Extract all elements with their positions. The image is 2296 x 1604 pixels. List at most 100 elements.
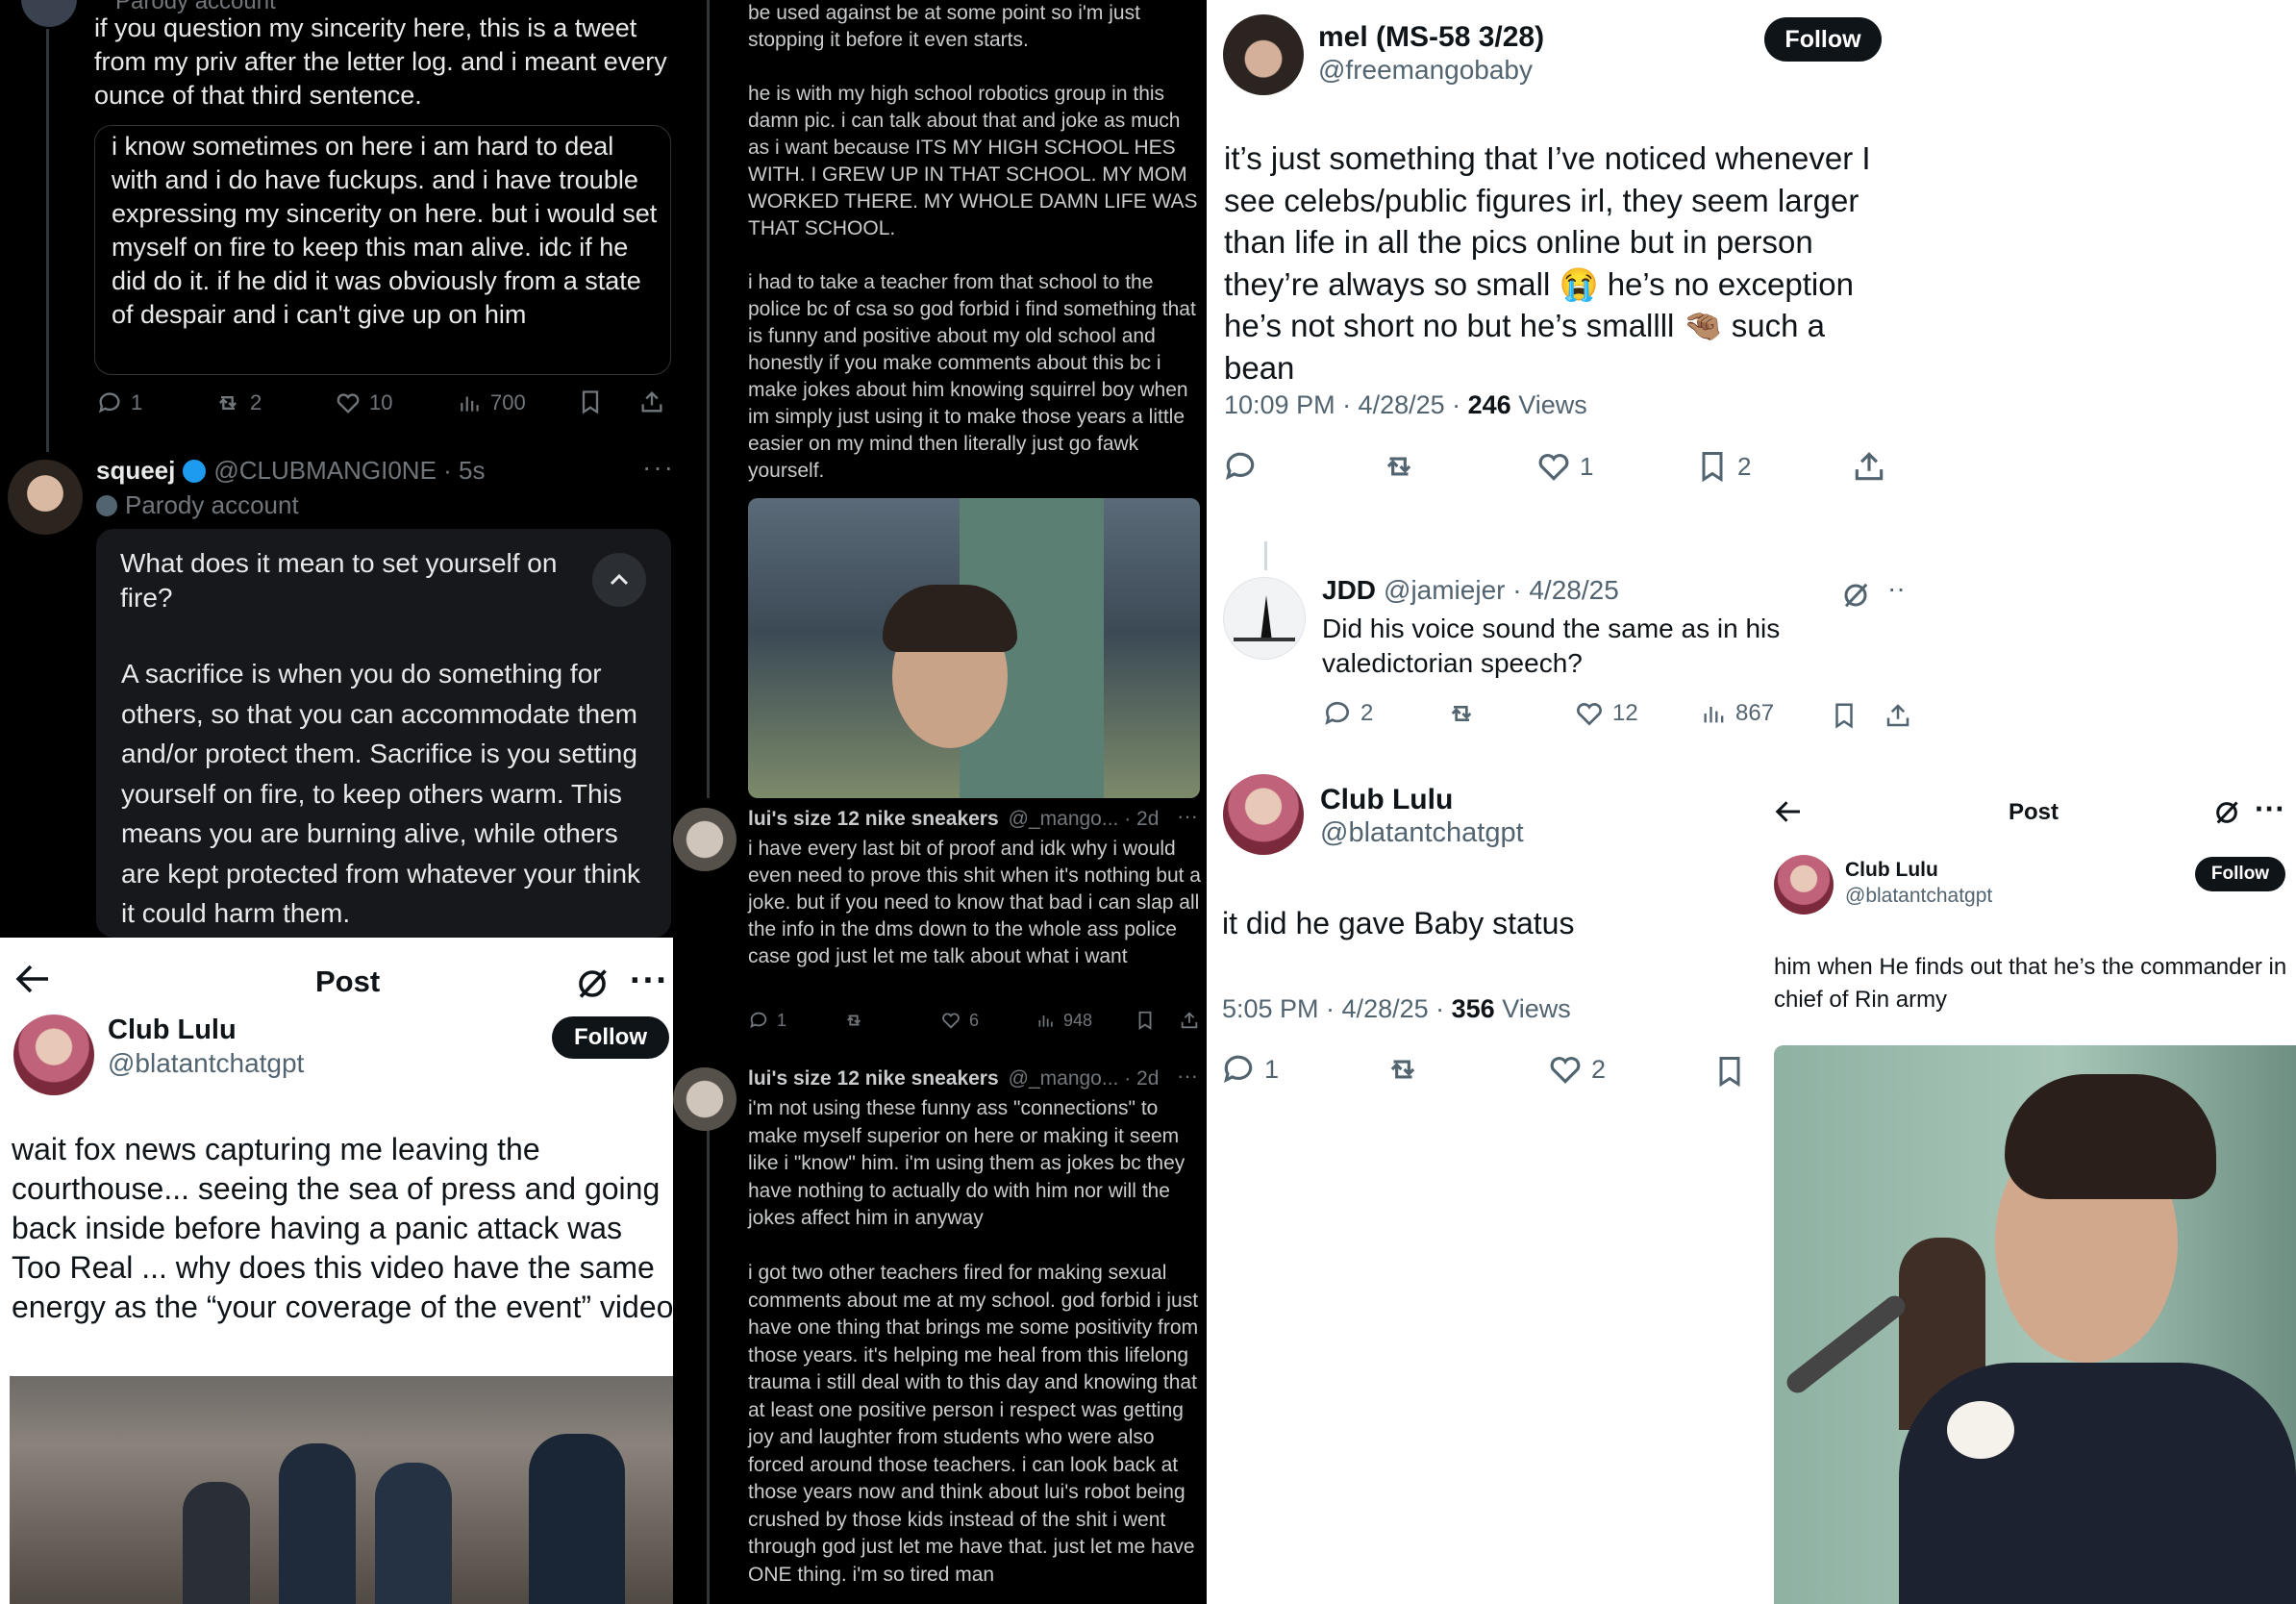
views-button[interactable]: 948 — [1036, 1010, 1092, 1031]
like-button[interactable]: 10 — [335, 389, 392, 416]
avatar[interactable] — [8, 460, 83, 535]
views-button[interactable]: 700 — [458, 389, 526, 416]
post-image[interactable] — [748, 498, 1200, 798]
note-text: he is with my high school robotics group… — [748, 83, 1203, 239]
quoted-tweet-text: i know sometimes on here i am hard to de… — [112, 132, 664, 329]
reply-button[interactable]: 1 — [96, 389, 142, 416]
repost-icon[interactable] — [842, 1010, 865, 1031]
follow-button[interactable]: Follow — [2195, 857, 2285, 891]
share-icon[interactable] — [1179, 1010, 1200, 1031]
tweet-header: lui's size 12 nike sneakers @_mango... ·… — [748, 1067, 1159, 1090]
thread-line — [707, 1130, 710, 1604]
avatar[interactable] — [1223, 14, 1304, 95]
author-handle[interactable]: @_mango... · 2d — [1009, 1067, 1160, 1090]
avatar[interactable] — [21, 0, 77, 27]
back-arrow-icon[interactable] — [1774, 799, 1803, 824]
panel-dark-notes: be used against be at some point so i'm … — [673, 0, 1207, 1604]
share-icon[interactable] — [638, 388, 665, 415]
bookmark-icon[interactable] — [577, 388, 604, 415]
grok-question: What does it mean to set yourself on fir… — [120, 548, 565, 613]
chevron-up-icon — [610, 573, 629, 586]
avatar[interactable] — [1223, 774, 1304, 855]
parody-badge: Parody account — [96, 490, 299, 520]
more-icon[interactable]: ··· — [1177, 804, 1198, 829]
boutonniere — [1947, 1401, 2014, 1459]
bookmark-icon[interactable] — [1830, 700, 1859, 731]
more-icon[interactable]: ··· — [642, 452, 673, 483]
like-button[interactable]: 2 — [1547, 1051, 1606, 1088]
author-handle[interactable]: @freemangobaby — [1318, 55, 1533, 86]
author-handle[interactable]: @blatantchatgpt — [1320, 817, 1524, 849]
note-text: i had to take a teacher from that school… — [748, 271, 1202, 482]
repost-icon[interactable] — [1380, 448, 1418, 485]
avatar[interactable] — [1223, 577, 1306, 660]
avatar[interactable] — [673, 808, 736, 871]
more-icon[interactable]: ··· — [630, 961, 669, 1002]
bookmark-count: 2 — [1737, 451, 1752, 481]
bookmark-icon[interactable] — [1135, 1010, 1156, 1031]
collapse-button[interactable] — [592, 553, 646, 607]
author-name[interactable]: lui's size 12 nike sneakers — [748, 808, 999, 831]
panel-post-mel: mel (MS-58 3/28) @freemangobaby Follow i… — [1207, 0, 2296, 774]
tweet-text: i got two other teachers fired for makin… — [748, 1262, 1204, 1586]
grok-icon[interactable] — [2213, 799, 2240, 826]
back-arrow-icon[interactable] — [13, 963, 52, 995]
panel-dark-thread: Parody account if you question my sincer… — [0, 0, 673, 938]
post-text: it’s just something that I’ve noticed wh… — [1224, 140, 1880, 386]
author-handle[interactable]: @jamiejer · 4/28/25 — [1384, 575, 1619, 606]
tweet-header: lui's size 12 nike sneakers @_mango... ·… — [748, 808, 1159, 831]
more-icon[interactable]: ·· — [1887, 573, 1906, 604]
share-icon[interactable] — [1884, 700, 1912, 731]
repost-count: 2 — [250, 390, 262, 414]
thread-line — [46, 29, 49, 452]
post-time[interactable]: 5:05 PM · 4/28/25 · — [1222, 994, 1452, 1023]
mask-icon — [96, 494, 117, 516]
grok-icon[interactable] — [1841, 581, 1870, 610]
author-name[interactable]: JDD — [1322, 575, 1376, 606]
note-text: be used against be at some point so i'm … — [748, 2, 1146, 51]
author-handle[interactable]: @blatantchatgpt — [108, 1048, 304, 1079]
avatar[interactable] — [673, 1067, 736, 1131]
views-button[interactable]: 867 — [1701, 698, 1774, 729]
author-name[interactable]: Club Lulu — [108, 1015, 237, 1046]
share-icon[interactable] — [1851, 448, 1887, 485]
repost-button[interactable]: 2 — [213, 389, 262, 416]
views-count: 356 — [1451, 994, 1495, 1023]
post-image[interactable] — [10, 1376, 673, 1604]
reply-button[interactable]: 1 — [1220, 1051, 1279, 1088]
more-icon[interactable]: ··· — [2255, 791, 2285, 827]
avatar[interactable] — [13, 1015, 94, 1095]
follow-button[interactable]: Follow — [552, 1016, 669, 1059]
views-count: 700 — [490, 390, 526, 414]
bookmark-icon[interactable] — [1712, 1053, 1747, 1090]
like-count: 1 — [1580, 451, 1594, 481]
like-button[interactable]: 12 — [1574, 698, 1638, 729]
like-button[interactable]: 6 — [940, 1010, 979, 1031]
post-image[interactable] — [1774, 1045, 2296, 1604]
like-count: 6 — [969, 1010, 980, 1030]
more-icon[interactable]: ··· — [1177, 1064, 1198, 1089]
bookmark-button[interactable]: 2 — [1695, 448, 1751, 485]
author-handle[interactable]: @_mango... · 2d — [1009, 808, 1160, 831]
reply-button[interactable]: 2 — [1322, 698, 1373, 729]
avatar[interactable] — [1774, 855, 1834, 915]
author-name[interactable]: mel (MS-58 3/28) — [1318, 21, 1544, 54]
follow-button[interactable]: Follow — [1764, 17, 1882, 62]
reply-text: Did his voice sound the same as in his v… — [1322, 614, 1788, 678]
author-handle[interactable]: @blatantchatgpt — [1845, 885, 1992, 908]
post-time[interactable]: 10:09 PM · 4/28/25 · — [1224, 390, 1468, 419]
author-name[interactable]: lui's size 12 nike sneakers — [748, 1067, 999, 1090]
grok-icon[interactable] — [575, 966, 610, 1001]
reply-button[interactable]: 1 — [748, 1010, 786, 1031]
panel-post-club-lulu-reply: Club Lulu @blatantchatgpt it did he gave… — [1207, 774, 1774, 1604]
grok-answer: A sacrifice is when you do something for… — [121, 659, 648, 928]
author-handle[interactable]: @CLUBMANGI0NE · 5s — [213, 456, 485, 486]
like-button[interactable]: 1 — [1535, 448, 1593, 485]
reply-icon[interactable] — [1222, 448, 1259, 485]
author-name[interactable]: Club Lulu — [1845, 859, 1938, 882]
repost-icon[interactable] — [1384, 1051, 1422, 1088]
repost-icon[interactable] — [1445, 698, 1478, 729]
author-name[interactable]: squeej — [96, 456, 175, 486]
tweet-text: i have every last bit of proof and idk w… — [748, 838, 1207, 967]
author-name[interactable]: Club Lulu — [1320, 784, 1453, 816]
